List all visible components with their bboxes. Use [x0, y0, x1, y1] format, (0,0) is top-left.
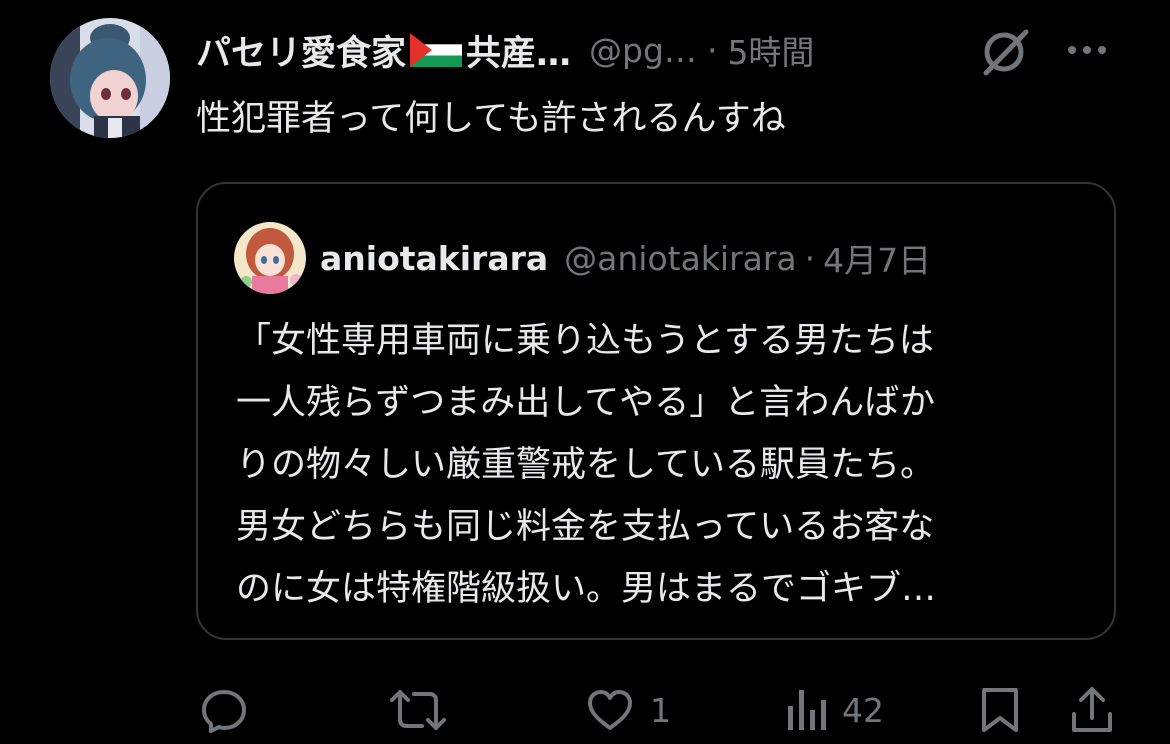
quoted-text-line: のに女は特権階級扱い。男はまるでゴキブ…: [236, 569, 937, 609]
palestine-flag-icon: [410, 33, 463, 67]
quoted-post-date[interactable]: 4月7日: [823, 234, 931, 282]
separator-dot: ·: [804, 238, 816, 278]
repost-button[interactable]: [390, 680, 446, 740]
quoted-post-header: aniotakirara @aniotakirara · 4月7日: [320, 234, 931, 282]
repost-icon: [390, 684, 446, 736]
grok-icon[interactable]: [980, 26, 1032, 78]
author-name-suffix[interactable]: 共産…: [466, 25, 571, 76]
quoted-text-line: 「女性専用車両に乗り込もうとする男たちは: [236, 321, 934, 361]
reply-icon: [198, 684, 250, 736]
author-handle[interactable]: @pg…: [589, 31, 697, 70]
post-time[interactable]: 5時間: [727, 26, 814, 74]
post-text: 性犯罪者って何しても許されるんすね: [196, 99, 786, 139]
quoted-text-line: りの物々しい厳重警戒をしている駅員たち。: [236, 445, 935, 485]
separator-dot: ·: [706, 30, 718, 70]
share-icon: [1068, 684, 1116, 736]
quoted-author-name[interactable]: aniotakirara: [320, 239, 548, 278]
author-avatar[interactable]: [50, 18, 170, 138]
quoted-text-line: 一人残らずつまみ出してやる」と言わんばか: [236, 383, 935, 423]
heart-icon: [584, 684, 636, 736]
like-button[interactable]: 1: [584, 680, 671, 740]
bookmark-icon: [978, 684, 1022, 736]
action-bar: 1 42: [0, 680, 1170, 740]
quoted-author-handle[interactable]: @aniotakirara: [564, 239, 797, 278]
views-count: 42: [842, 690, 884, 730]
bookmark-button[interactable]: [978, 680, 1022, 740]
quoted-author-avatar[interactable]: [234, 222, 306, 294]
quoted-post-card[interactable]: aniotakirara @aniotakirara · 4月7日 「女性専用車…: [196, 182, 1116, 640]
like-count: 1: [650, 690, 671, 730]
quoted-post-text: 「女性専用車両に乗り込もうとする男たちは 一人残らずつまみ出してやる」と言わんば…: [236, 310, 1086, 620]
post-header: パセリ愛食家 共産… @pg… · 5時間: [196, 22, 1126, 78]
reply-button[interactable]: [198, 680, 250, 740]
views-icon: [784, 684, 828, 736]
share-button[interactable]: [1068, 680, 1116, 740]
more-icon[interactable]: [1062, 38, 1112, 62]
views-button[interactable]: 42: [784, 680, 884, 740]
author-name[interactable]: パセリ愛食家: [196, 25, 406, 76]
quoted-text-line: 男女どちらも同じ料金を支払っているお客な: [236, 507, 935, 547]
